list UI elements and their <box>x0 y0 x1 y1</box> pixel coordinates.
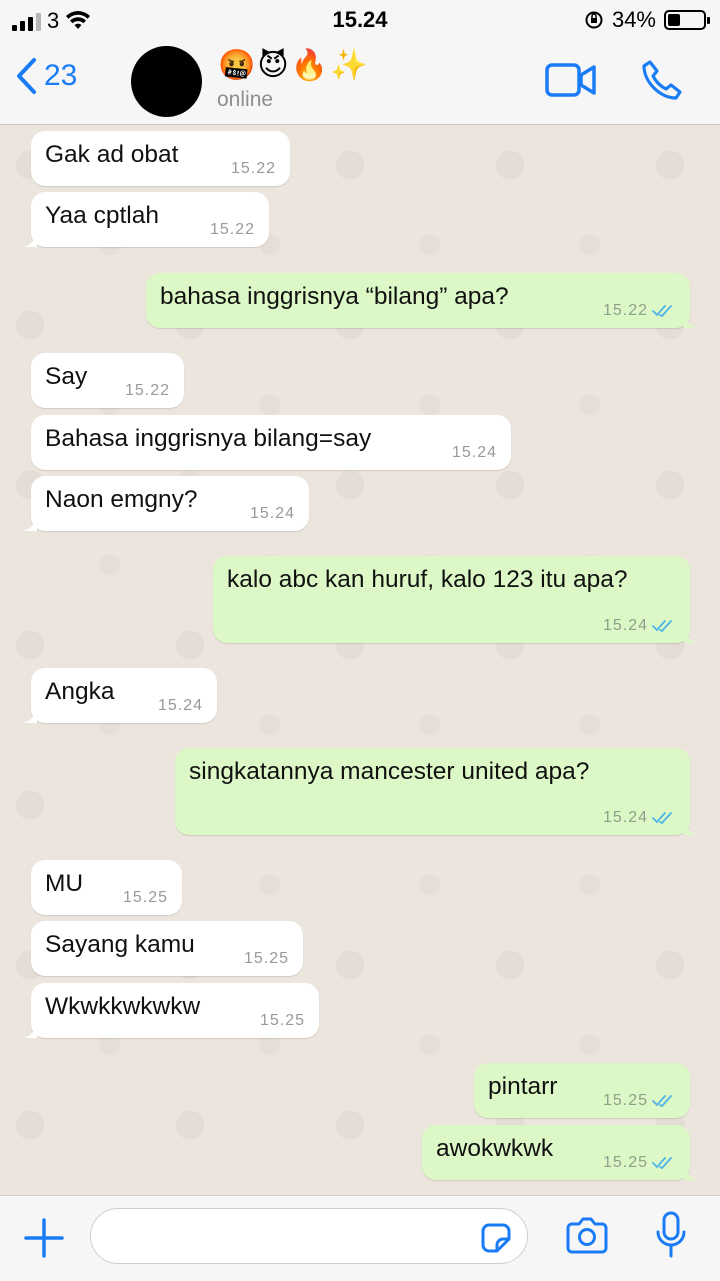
message-outgoing[interactable]: pintarr 15.25 <box>474 1063 690 1118</box>
message-time: 15.25 <box>243 950 289 967</box>
message-text: pintarr <box>488 1073 558 1100</box>
message-incoming[interactable]: Bahasa inggrisnya bilang=say 15.24 <box>31 415 511 470</box>
phone-call-icon[interactable] <box>640 58 684 102</box>
message-time: 15.25 <box>122 889 168 906</box>
bubble-tail <box>23 1024 37 1038</box>
battery-percent: 34% <box>611 7 656 32</box>
battery-area: 34% <box>584 7 710 33</box>
message-text: singkatannya mancester united apa? <box>189 758 590 785</box>
message-time: 15.22 <box>230 160 276 177</box>
battery-icon <box>664 10 710 30</box>
message-incoming[interactable]: Say 15.22 <box>31 353 184 408</box>
message-outgoing[interactable]: bahasa inggrisnya “bilang” apa? 15.22 <box>146 273 698 328</box>
message-outgoing[interactable]: kalo abc kan huruf, kalo 123 itu apa? 15… <box>213 556 698 643</box>
read-receipt-icon <box>652 620 672 633</box>
camera-icon[interactable] <box>564 1216 610 1256</box>
message-input[interactable] <box>90 1208 528 1264</box>
contact-name[interactable]: 🤬😈🔥✨ <box>218 48 369 83</box>
status-bar: 3 15.24 34% <box>0 0 720 40</box>
message-incoming[interactable]: Sayang kamu 15.25 <box>31 921 303 976</box>
back-button[interactable]: 23 <box>14 56 77 96</box>
presence-status: online <box>217 88 274 111</box>
message-time: 15.24 <box>249 505 295 522</box>
battery-level <box>668 14 680 26</box>
read-receipt-icon <box>652 812 672 825</box>
plus-icon[interactable] <box>22 1216 66 1260</box>
message-text: Angka <box>45 678 115 705</box>
message-time: 15.22 <box>124 382 170 399</box>
message-incoming[interactable]: Gak ad obat 15.22 <box>31 131 290 186</box>
bubble-tail <box>684 314 698 328</box>
contact-avatar[interactable] <box>131 46 202 117</box>
sticker-icon[interactable] <box>479 1221 513 1255</box>
read-receipt-icon <box>652 1095 672 1108</box>
chat-messages[interactable]: Gak ad obat 15.22 Yaa cptlah 15.22 bahas… <box>0 125 720 1195</box>
message-time: 15.25 <box>259 1012 305 1029</box>
message-incoming[interactable]: MU 15.25 <box>31 860 182 915</box>
video-call-icon[interactable] <box>545 62 597 98</box>
message-composer <box>0 1195 720 1281</box>
microphone-icon[interactable] <box>654 1210 688 1260</box>
rotation-lock-icon <box>585 11 603 29</box>
chat-header: 23 🤬😈🔥✨ online <box>0 40 720 125</box>
message-incoming[interactable]: Wkwkkwkwkw 15.25 <box>23 983 319 1038</box>
unread-count: 23 <box>44 59 78 92</box>
bubble-tail <box>684 821 698 835</box>
read-receipt-icon <box>652 1157 672 1170</box>
bubble-tail <box>23 233 37 247</box>
message-time: 15.25 <box>602 1092 648 1109</box>
bubble-tail <box>23 709 37 723</box>
message-time: 15.24 <box>602 809 648 826</box>
message-time: 15.22 <box>602 302 648 319</box>
message-incoming[interactable]: Angka 15.24 <box>23 668 217 723</box>
message-outgoing[interactable]: awokwkwk 15.25 <box>422 1125 698 1180</box>
message-time: 15.24 <box>602 617 648 634</box>
message-incoming[interactable]: Naon emgny? 15.24 <box>23 476 309 531</box>
message-text: Sayang kamu <box>45 931 195 958</box>
message-text: Yaa cptlah <box>45 202 159 229</box>
bubble-tail <box>684 1166 698 1180</box>
message-text: Naon emgny? <box>45 486 198 513</box>
message-text: Bahasa inggrisnya bilang=say <box>45 425 372 452</box>
bubble-tail <box>684 629 698 643</box>
message-text: MU <box>45 870 84 897</box>
message-text: bahasa inggrisnya “bilang” apa? <box>160 283 509 310</box>
message-time: 15.25 <box>602 1154 648 1171</box>
message-outgoing[interactable]: singkatannya mancester united apa? 15.24 <box>175 748 698 835</box>
message-time: 15.24 <box>157 697 203 714</box>
read-receipt-icon <box>652 305 672 318</box>
message-text: Gak ad obat <box>45 141 179 168</box>
message-time: 15.22 <box>209 221 255 238</box>
chevron-left-icon <box>17 58 36 94</box>
message-text: Say <box>45 363 88 390</box>
message-text: Wkwkkwkwkw <box>45 993 201 1020</box>
bubble-tail <box>23 517 37 531</box>
message-incoming[interactable]: Yaa cptlah 15.22 <box>23 192 269 247</box>
message-time: 15.24 <box>451 444 497 461</box>
message-text: awokwkwk <box>436 1135 554 1162</box>
message-text: kalo abc kan huruf, kalo 123 itu apa? <box>227 566 628 593</box>
